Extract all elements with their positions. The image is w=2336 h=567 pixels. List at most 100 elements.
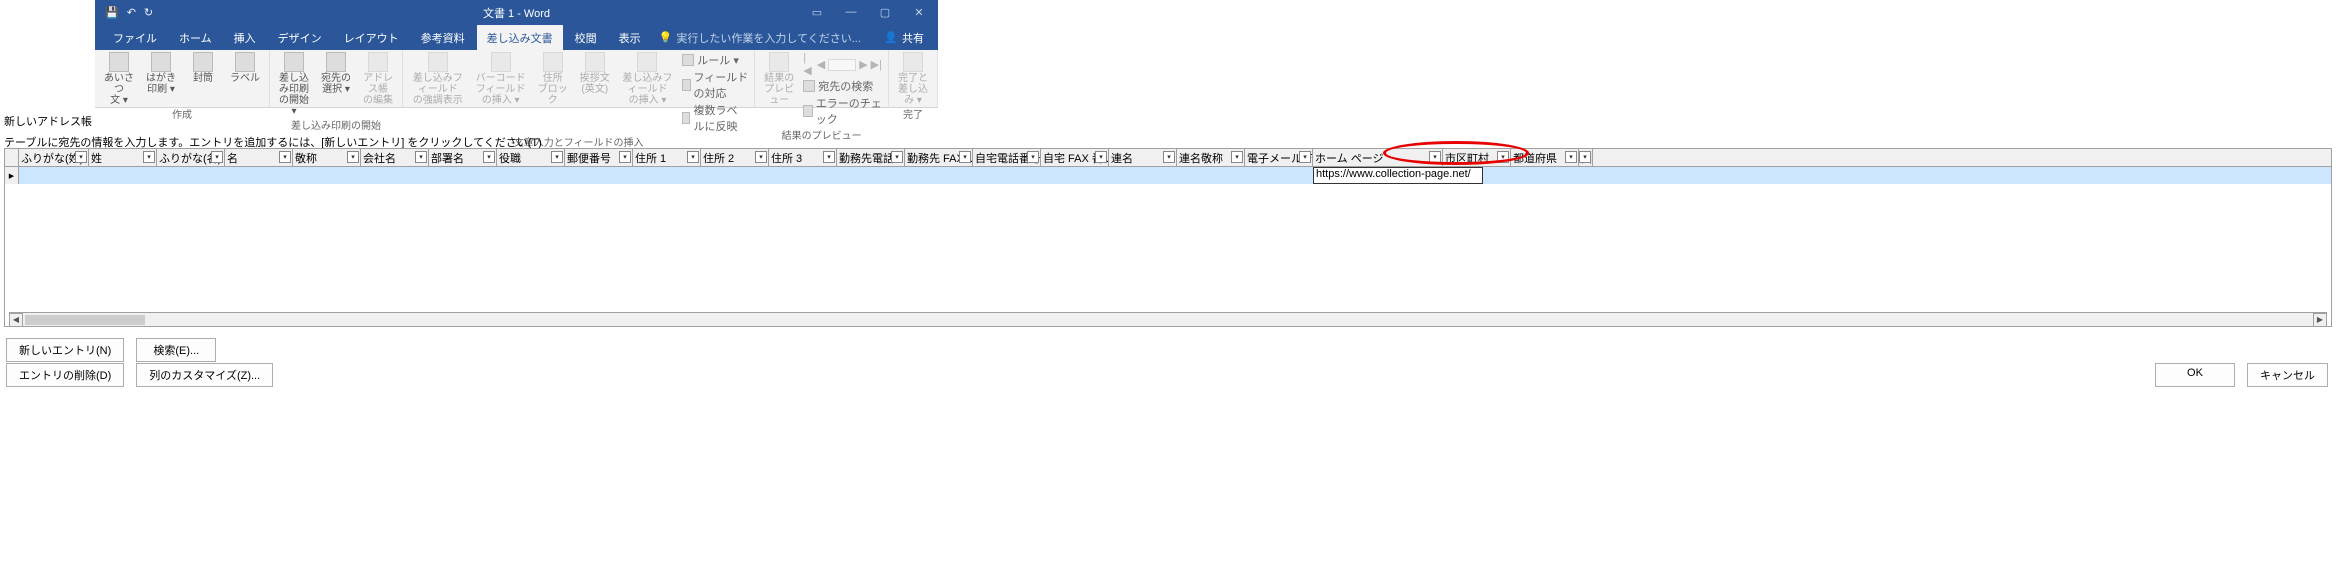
undo-icon[interactable]: ↶ — [127, 6, 136, 19]
postcard-button[interactable]: はがき 印刷 ▾ — [143, 52, 179, 95]
column-header[interactable]: 郵便番号▾ — [565, 149, 633, 166]
grid-cell[interactable] — [1041, 167, 1109, 184]
column-header[interactable]: 連名敬称▾ — [1177, 149, 1245, 166]
column-header[interactable]: 住所 2▾ — [701, 149, 769, 166]
column-header[interactable]: ホーム ページ▾ — [1313, 149, 1443, 166]
filter-dropdown-icon[interactable]: ▾ — [1497, 151, 1509, 163]
grid-cell[interactable] — [293, 167, 361, 184]
tab-design[interactable]: デザイン — [268, 25, 332, 51]
column-header[interactable]: 自宅 FAX 番...▾ — [1041, 149, 1109, 166]
column-header[interactable]: 住所 3▾ — [769, 149, 837, 166]
envelope-button[interactable]: 封筒 — [185, 52, 221, 84]
address-grid[interactable]: ふりがな(姓)▾姓▾ふりがな(名)▾名▾敬称▾会社名▾部署名▾役職▾郵便番号▾住… — [4, 148, 2332, 327]
tab-home[interactable]: ホーム — [169, 25, 222, 51]
ribbon-display-icon[interactable]: ▭ — [802, 6, 832, 19]
grid-cell[interactable] — [225, 167, 293, 184]
delete-entry-button[interactable]: エントリの削除(D) — [6, 363, 124, 387]
filter-dropdown-icon[interactable]: ▾ — [279, 151, 291, 163]
save-icon[interactable]: 💾 — [105, 6, 119, 19]
share-button[interactable]: 👤 共有 — [884, 30, 938, 46]
column-header[interactable]: ふりがな(名)▾ — [157, 149, 225, 166]
tab-mailings[interactable]: 差し込み文書 — [477, 25, 563, 51]
scroll-thumb[interactable] — [25, 315, 145, 325]
filter-dropdown-icon[interactable]: ▾ — [755, 151, 767, 163]
grid-cell[interactable] — [1483, 167, 1551, 184]
filter-dropdown-icon[interactable]: ▾ — [1163, 151, 1175, 163]
column-header[interactable]: 国▾ — [1579, 149, 1593, 166]
column-header[interactable]: 部署名▾ — [429, 149, 497, 166]
customize-columns-button[interactable]: 列のカスタマイズ(Z)... — [136, 363, 273, 387]
tell-me[interactable]: 💡 実行したい作業を入力してください... — [659, 30, 861, 46]
grid-cell[interactable] — [633, 167, 701, 184]
filter-dropdown-icon[interactable]: ▾ — [1095, 151, 1107, 163]
grid-cell[interactable] — [973, 167, 1041, 184]
tab-file[interactable]: ファイル — [103, 25, 167, 51]
column-header[interactable]: 都道府県▾ — [1511, 149, 1579, 166]
grid-cell[interactable] — [769, 167, 837, 184]
column-header[interactable]: 役職▾ — [497, 149, 565, 166]
grid-cell[interactable] — [1109, 167, 1177, 184]
grid-cell[interactable]: https://www.collection-page.net/ — [1313, 167, 1483, 184]
find-button[interactable]: 検索(E)... — [136, 338, 216, 362]
column-header[interactable]: 住所 1▾ — [633, 149, 701, 166]
grid-cell[interactable] — [361, 167, 429, 184]
grid-cell[interactable] — [1551, 167, 1619, 184]
filter-dropdown-icon[interactable]: ▾ — [483, 151, 495, 163]
filter-dropdown-icon[interactable]: ▾ — [619, 151, 631, 163]
label-button[interactable]: ラベル — [227, 52, 263, 84]
filter-dropdown-icon[interactable]: ▾ — [1231, 151, 1243, 163]
grid-cell[interactable] — [1177, 167, 1245, 184]
grid-cell[interactable] — [701, 167, 769, 184]
filter-dropdown-icon[interactable]: ▾ — [1579, 151, 1591, 163]
row-selector[interactable] — [5, 167, 19, 184]
filter-dropdown-icon[interactable]: ▾ — [143, 151, 155, 163]
filter-dropdown-icon[interactable]: ▾ — [551, 151, 563, 163]
tab-insert[interactable]: 挿入 — [224, 25, 266, 51]
column-header[interactable]: 市区町村▾ — [1443, 149, 1511, 166]
grid-cell[interactable] — [1619, 167, 1633, 184]
greeting-button[interactable]: あいさつ 文 ▾ — [101, 52, 137, 106]
close-icon[interactable]: ✕ — [904, 6, 934, 19]
scroll-left-icon[interactable]: ◀ — [9, 313, 23, 327]
horizontal-scrollbar[interactable]: ◀ ▶ — [9, 312, 2327, 326]
grid-cell[interactable] — [1245, 167, 1313, 184]
ok-button[interactable]: OK — [2155, 363, 2235, 387]
filter-dropdown-icon[interactable]: ▾ — [75, 151, 87, 163]
filter-dropdown-icon[interactable]: ▾ — [891, 151, 903, 163]
maximize-icon[interactable]: ▢ — [870, 6, 900, 19]
column-header[interactable]: 勤務先 FAX ...▾ — [905, 149, 973, 166]
minimize-icon[interactable]: — — [836, 6, 866, 19]
column-header[interactable]: 勤務先電話...▾ — [837, 149, 905, 166]
filter-dropdown-icon[interactable]: ▾ — [687, 151, 699, 163]
column-header[interactable]: 姓▾ — [89, 149, 157, 166]
filter-dropdown-icon[interactable]: ▾ — [415, 151, 427, 163]
grid-cell[interactable] — [429, 167, 497, 184]
grid-cell[interactable] — [157, 167, 225, 184]
column-header[interactable]: 自宅電話番号▾ — [973, 149, 1041, 166]
grid-cell[interactable] — [19, 167, 89, 184]
filter-dropdown-icon[interactable]: ▾ — [1565, 151, 1577, 163]
tab-view[interactable]: 表示 — [609, 25, 651, 51]
grid-cell[interactable] — [497, 167, 565, 184]
filter-dropdown-icon[interactable]: ▾ — [1027, 151, 1039, 163]
grid-cell[interactable] — [565, 167, 633, 184]
filter-dropdown-icon[interactable]: ▾ — [1299, 151, 1311, 163]
start-merge-button[interactable]: 差し込み印刷 の開始 ▾ — [276, 52, 312, 117]
redo-icon[interactable]: ↻ — [144, 6, 153, 19]
grid-row[interactable]: https://www.collection-page.net/ — [5, 167, 2331, 184]
filter-dropdown-icon[interactable]: ▾ — [347, 151, 359, 163]
column-header[interactable]: ふりがな(姓)▾ — [19, 149, 89, 166]
scroll-right-icon[interactable]: ▶ — [2313, 313, 2327, 327]
grid-cell[interactable] — [89, 167, 157, 184]
tab-layout[interactable]: レイアウト — [334, 25, 409, 51]
column-header[interactable]: 電子メール ア...▾ — [1245, 149, 1313, 166]
column-header[interactable]: 敬称▾ — [293, 149, 361, 166]
cancel-button[interactable]: キャンセル — [2247, 363, 2328, 387]
grid-cell[interactable] — [905, 167, 973, 184]
filter-dropdown-icon[interactable]: ▾ — [823, 151, 835, 163]
tab-references[interactable]: 参考資料 — [411, 25, 475, 51]
filter-dropdown-icon[interactable]: ▾ — [959, 151, 971, 163]
column-header[interactable]: 連名▾ — [1109, 149, 1177, 166]
select-recipients-button[interactable]: 宛先の 選択 ▾ — [318, 52, 354, 95]
tab-review[interactable]: 校閲 — [565, 25, 607, 51]
